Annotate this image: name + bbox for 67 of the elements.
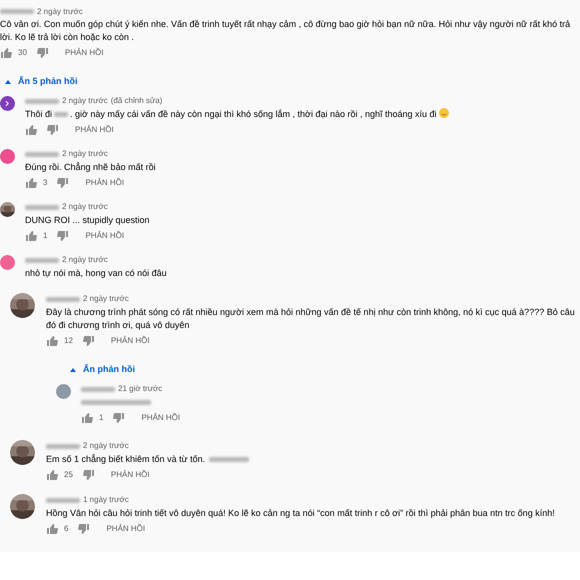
reply-button[interactable]: PHẢN HỒI bbox=[131, 412, 180, 424]
thumbs-down-icon[interactable] bbox=[57, 230, 70, 242]
comment-text: Thôi đi bbox=[25, 108, 52, 119]
comment-time: 2 ngày trước bbox=[62, 95, 108, 108]
like-count: 25 bbox=[64, 468, 73, 480]
comment-text: . giờ này mấy cái vấn đề này còn ngại thì khó sống lắm , thời đại nào rồi , nghĩ thoáng xíu đi bbox=[70, 108, 437, 119]
comment-time: 2 ngày trước bbox=[83, 440, 129, 452]
comment-text: nhỏ tự nói mà, hong van có nói đâu bbox=[25, 268, 167, 278]
reply-button[interactable]: PHẢN HỒI bbox=[65, 124, 114, 136]
thumbs-up-icon[interactable] bbox=[46, 334, 58, 347]
comment-text: DUNG ROI ... stupidly question bbox=[25, 214, 150, 225]
blurred-name bbox=[25, 98, 59, 104]
comment-time: 21 giờ trước bbox=[118, 383, 162, 395]
comment-time: 2 ngày trước bbox=[62, 148, 108, 160]
thumbs-down-icon[interactable] bbox=[47, 124, 59, 136]
comment-text: Hồng Vân hỏi câu hỏi trinh tiết vô duyên quá! Ko lẽ ko cản ng ta nói “con mất trinh r cô ơi” rồi thì phải phân bua ntn trc ống kính! bbox=[46, 508, 555, 518]
thumbs-up-icon[interactable] bbox=[81, 412, 93, 424]
blurred-name bbox=[46, 498, 80, 502]
caret-up-icon bbox=[70, 368, 76, 372]
blurred-name bbox=[46, 296, 80, 302]
reply-button[interactable]: PHẢN HỒI bbox=[75, 176, 124, 189]
thumbs-down-icon[interactable] bbox=[113, 412, 126, 424]
thumbs-up-icon[interactable] bbox=[25, 176, 37, 189]
reply-button[interactable]: PHẢN HỒI bbox=[100, 468, 150, 480]
comment-time: 2 ngày trước bbox=[83, 293, 129, 306]
thumbs-down-icon[interactable] bbox=[82, 334, 95, 347]
thumbs-up-icon[interactable] bbox=[25, 124, 37, 136]
blurred-name bbox=[25, 152, 59, 157]
thumbs-down-icon[interactable] bbox=[78, 522, 90, 534]
blurred-name bbox=[46, 444, 80, 448]
thumbs-down-icon[interactable] bbox=[82, 468, 95, 480]
hide-replies-link[interactable]: Ẩn phản hồi bbox=[56, 361, 135, 382]
like-count: 1 bbox=[43, 230, 48, 242]
blurred-name bbox=[0, 9, 34, 14]
like-count: 3 bbox=[43, 176, 48, 189]
reply-button[interactable]: PHẢN HỒI bbox=[54, 47, 104, 59]
comment-time: 2 ngày trước bbox=[62, 254, 108, 266]
like-count: 1 bbox=[99, 412, 104, 424]
avatar-icon bbox=[56, 384, 71, 398]
comment-text: Em số 1 chẳng biết khiêm tốn và từ tốn. bbox=[46, 454, 206, 464]
blurred-name bbox=[25, 258, 59, 263]
blurred-name bbox=[81, 386, 115, 392]
reply-button[interactable]: PHẢN HỒI bbox=[96, 522, 146, 534]
reply-button[interactable]: PHẢN HỒI bbox=[75, 230, 124, 242]
comment-time: 2 ngày trước bbox=[37, 6, 83, 18]
like-count: 6 bbox=[64, 522, 68, 534]
comment-time: 2 ngày trước bbox=[62, 201, 108, 214]
edited-label: (đã chỉnh sửa) bbox=[110, 95, 162, 108]
reply-button[interactable]: PHẢN HỒI bbox=[100, 334, 150, 347]
avatar-icon bbox=[0, 254, 15, 270]
blurred-name bbox=[25, 204, 59, 210]
like-count: 30 bbox=[18, 47, 27, 59]
blurred-text bbox=[54, 112, 68, 117]
caret-up-icon bbox=[5, 80, 11, 84]
thumbs-up-icon[interactable] bbox=[46, 468, 58, 480]
thumbs-up-icon[interactable] bbox=[46, 522, 58, 534]
thumbs-up-icon[interactable] bbox=[0, 47, 12, 59]
thumbs-up-icon[interactable] bbox=[25, 230, 37, 242]
comment-time: 1 ngày trước bbox=[83, 494, 129, 506]
comment-text: Đây là chương trình phát sóng có rất nhiều người xem mà hỏi những vấn đề tế nhị như còn trinh không, nó kì cục quá à???? Bỏ câu đó đi chương trình ơi, quá vô duyên bbox=[46, 306, 575, 330]
thumbs-down-icon[interactable] bbox=[36, 47, 49, 59]
hide-replies-link[interactable]: Ẩn 5 phản hồi bbox=[0, 73, 78, 95]
avatar-icon bbox=[0, 148, 15, 164]
comment-text: Đúng rồi. Chẳng nhẽ bảo mất rồi bbox=[25, 162, 156, 172]
like-count: 12 bbox=[64, 334, 73, 347]
comment-text: Cô vân ơi. Con muốn góp chút ý kiến nhe. Vấn đề trinh tuyết rất nhạy cảm , cô đừng bao giờ hỏi bạn nữ nữa. Hỏi như vậy người nữ rất khó trả lời. Ko lẽ trả lời còn hoặc ko còn . bbox=[0, 19, 570, 42]
thumbs-down-icon[interactable] bbox=[57, 176, 70, 189]
